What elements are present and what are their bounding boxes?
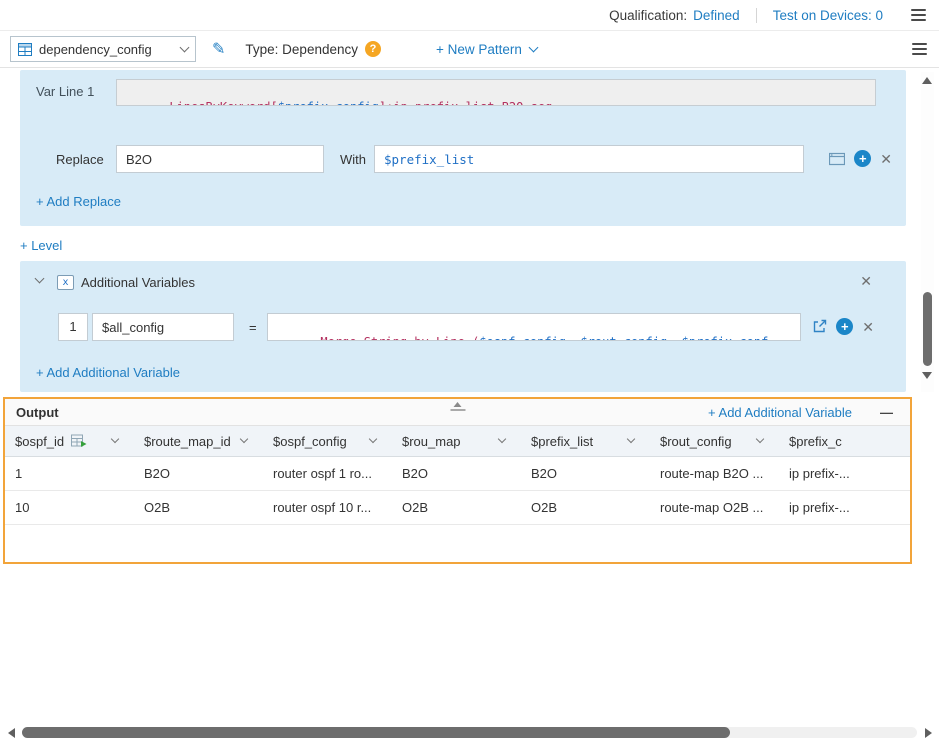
var-line-input[interactable]: LinesByKeyword[$prefix_config]:ip prefix… [116, 79, 876, 106]
horizontal-scrollbar[interactable] [0, 724, 939, 742]
column-header[interactable]: $ospf_config [263, 434, 392, 449]
table-cell: B2O [134, 466, 263, 481]
pattern-select-value: dependency_config [39, 42, 174, 57]
add-additional-variable-link[interactable]: + Add Additional Variable [36, 365, 180, 380]
toolbar-menu-icon[interactable] [912, 43, 927, 55]
chevron-down-icon [498, 435, 506, 443]
chevron-down-icon [111, 435, 119, 443]
variable-icon: x [57, 275, 74, 290]
add-replace-link[interactable]: + Add Replace [36, 194, 121, 209]
table-row[interactable]: 10 O2B router ospf 10 r... O2B O2B route… [5, 491, 910, 525]
code-rest: ]:ip prefix-list B2O seq [379, 100, 552, 106]
pattern-select[interactable]: dependency_config [10, 36, 196, 62]
column-header[interactable]: $rou_map [392, 434, 521, 449]
output-title: Output [16, 405, 59, 420]
vertical-scrollbar-thumb[interactable] [923, 292, 932, 366]
close-button[interactable]: ✕ [880, 152, 892, 166]
pattern-toolbar: dependency_config ✎ Type: Dependency ? +… [0, 31, 939, 68]
var-line-panel: Var Line 1 LinesByKeyword[$prefix_config… [20, 70, 906, 226]
table-cell: router ospf 10 r... [263, 500, 392, 515]
with-label: With [340, 152, 366, 167]
additional-variables-title: Additional Variables [81, 275, 195, 290]
open-in-new-icon[interactable] [812, 319, 827, 334]
column-header[interactable]: $ospf_id [5, 434, 134, 449]
chevron-down-icon [756, 435, 764, 443]
column-header[interactable]: $route_map_id [134, 434, 263, 449]
test-on-devices-link[interactable]: Test on Devices: 0 [773, 8, 883, 23]
qualification-value-link[interactable]: Defined [693, 8, 740, 23]
pattern-type-label: Type: Dependency [245, 42, 358, 57]
output-header: Output + Add Additional Variable — [5, 399, 910, 426]
formula-sep-1: , [566, 335, 580, 341]
chevron-down-icon [528, 42, 538, 52]
code-variable: $prefix_config [278, 100, 379, 106]
output-table-header: $ospf_id $route_map_id $ospf_config $rou… [5, 426, 910, 457]
add-button[interactable]: + [854, 150, 871, 167]
add-level-link[interactable]: + Level [20, 238, 62, 253]
close-button[interactable]: ✕ [862, 320, 874, 334]
qualification-label: Qualification: [609, 8, 687, 23]
chevron-down-icon[interactable] [35, 274, 45, 284]
scroll-right-arrow-icon[interactable] [925, 728, 932, 738]
column-header[interactable]: $prefix_c [779, 434, 910, 449]
table-cell: 1 [5, 466, 134, 481]
table-cell: ip prefix-... [779, 466, 910, 481]
chevron-down-icon [240, 435, 248, 443]
new-pattern-label: + New Pattern [436, 42, 522, 57]
top-bar: Qualification: Defined Test on Devices: … [0, 0, 939, 31]
table-cell: route-map O2B ... [650, 500, 779, 515]
output-add-additional-variable-link[interactable]: + Add Additional Variable [708, 405, 852, 420]
editor-window-icon[interactable] [829, 152, 845, 166]
replace-with-input[interactable] [374, 145, 804, 173]
table-cell: O2B [134, 500, 263, 515]
table-cell: O2B [392, 500, 521, 515]
edit-pencil-icon[interactable]: ✎ [212, 39, 225, 59]
new-pattern-button[interactable]: + New Pattern [436, 42, 537, 57]
chevron-down-icon [627, 435, 635, 443]
key-column-icon [71, 434, 87, 448]
variable-name-input[interactable] [92, 313, 234, 341]
horizontal-scrollbar-thumb[interactable] [22, 727, 730, 738]
table-cell: route-map B2O ... [650, 466, 779, 481]
equals-sign: = [249, 320, 257, 335]
app-root: Qualification: Defined Test on Devices: … [0, 0, 939, 746]
formula-var-3: $prefix_conf [682, 335, 769, 341]
code-function: LinesByKeyword[ [169, 100, 277, 106]
chevron-down-icon [369, 435, 377, 443]
add-button[interactable]: + [836, 318, 853, 335]
vertical-scrollbar[interactable] [921, 72, 934, 392]
help-icon[interactable]: ? [365, 41, 381, 57]
close-button[interactable]: ✕ [860, 274, 872, 288]
scroll-left-arrow-icon[interactable] [8, 728, 15, 738]
formula-var-2: $rout_config [580, 335, 667, 341]
panel-collapse-handle-icon[interactable] [450, 402, 465, 411]
table-cell: O2B [521, 500, 650, 515]
minimize-button[interactable]: — [880, 405, 893, 420]
formula-sep-2: , [667, 335, 681, 341]
replace-find-input[interactable] [116, 145, 324, 173]
var-line-label: Var Line 1 [36, 84, 94, 99]
scroll-up-arrow-icon[interactable] [922, 77, 932, 84]
column-header[interactable]: $prefix_list [521, 434, 650, 449]
table-grid-icon [18, 43, 32, 56]
table-row[interactable]: 1 B2O router ospf 1 ro... B2O B2O route-… [5, 457, 910, 491]
hamburger-menu-icon[interactable] [911, 9, 926, 21]
variable-row-index: 1 [58, 313, 88, 341]
table-cell: 10 [5, 500, 134, 515]
formula-var-1: $ospf_config [479, 335, 566, 341]
additional-variables-panel: x Additional Variables ✕ 1 = Merge Strin… [20, 261, 906, 392]
scroll-down-arrow-icon[interactable] [922, 372, 932, 379]
replace-label: Replace [56, 152, 104, 167]
chevron-down-icon [180, 42, 190, 52]
table-cell: B2O [521, 466, 650, 481]
table-cell: router ospf 1 ro... [263, 466, 392, 481]
column-header[interactable]: $rout_config [650, 434, 779, 449]
table-cell: ip prefix-... [779, 500, 910, 515]
table-cell: B2O [392, 466, 521, 481]
output-panel: Output + Add Additional Variable — $ospf… [3, 397, 912, 564]
formula-input[interactable]: Merge String by Line ($ospf_config, $rou… [267, 313, 801, 341]
topbar-divider [756, 8, 757, 23]
formula-function: Merge String by Line ( [320, 335, 479, 341]
